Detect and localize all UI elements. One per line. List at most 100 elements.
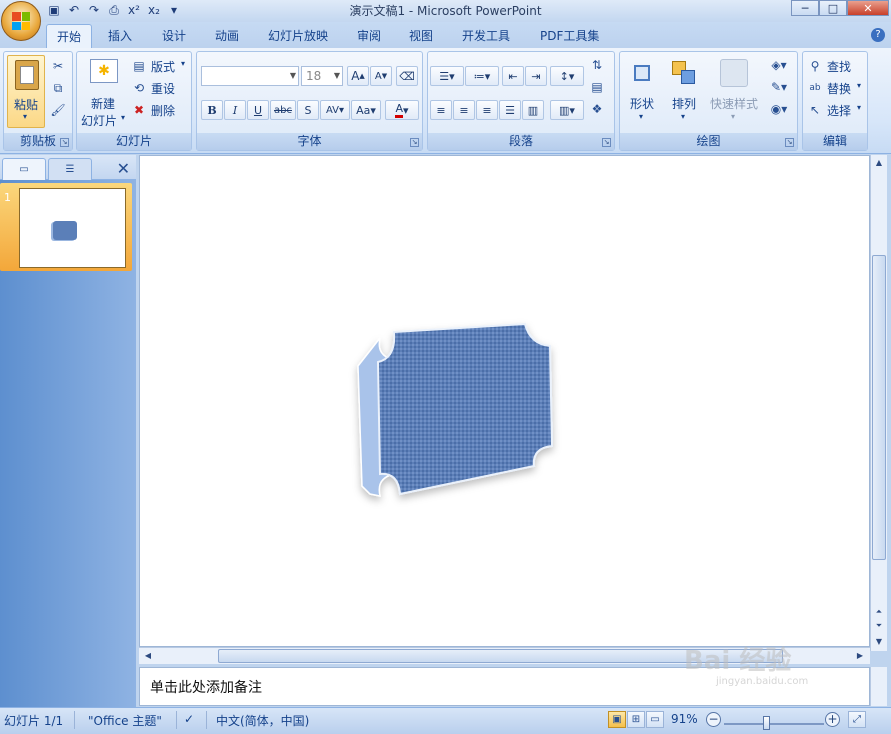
layout-dropdown-icon: ▾ [181,59,186,68]
tab-insert[interactable]: 插入 [98,24,142,48]
bold-button[interactable]: B [201,100,223,120]
zoom-slider-thumb[interactable] [763,716,770,730]
zoom-in-button[interactable]: + [825,712,840,727]
tab-pdf-tools[interactable]: PDF工具集 [530,24,609,48]
normal-view-button[interactable]: ▣ [608,711,626,728]
status-language[interactable]: 中文(简体，中国) [216,712,309,729]
beveled-plaque-shape[interactable] [357,322,554,497]
distribute-button[interactable]: ▥ [522,100,544,120]
change-case-label: Aa [356,103,371,117]
spell-check-icon[interactable]: ✓ [184,712,194,726]
paste-button[interactable]: 粘贴 ▾ [7,55,45,128]
tab-slideshow[interactable]: 幻灯片放映 [258,24,338,48]
font-color-button[interactable]: A ▾ [385,100,419,120]
arrange-button[interactable]: 排列 ▾ [664,55,704,128]
drawing-launcher-icon[interactable]: ↘ [785,138,794,147]
font-name-combo[interactable]: ▼ [201,66,299,86]
status-bar: 幻灯片 1/1 "Office 主题" ✓ 中文(简体，中国) ▣ ⊞ ▭ 91… [0,707,891,734]
tab-review[interactable]: 审阅 [347,24,391,48]
watermark-url: jingyan.baidu.com [716,676,809,687]
shape-outline-icon[interactable]: ✎▾ [764,78,794,96]
columns-button[interactable]: ▥▾ [550,100,584,120]
find-button[interactable]: ⚲ 查找 [807,57,867,75]
previous-slide-icon[interactable]: ⏶ [872,605,886,619]
close-panel-icon[interactable]: ✕ [117,159,130,178]
scroll-right-icon[interactable]: ▶ [853,649,867,663]
italic-button[interactable]: I [224,100,246,120]
text-direction-icon[interactable]: ⇅ [586,56,608,74]
zoom-level[interactable]: 91% [671,712,698,726]
align-left-button[interactable]: ≡ [430,100,452,120]
font-size-combo[interactable]: 18 ▼ [301,66,343,86]
notes-scrollbar[interactable] [870,667,887,706]
line-spacing-button[interactable]: ↕▾ [550,66,584,86]
shapes-dropdown-icon: ▾ [639,112,644,121]
shape-effects-icon[interactable]: ◉▾ [764,100,794,118]
slide-thumbnail[interactable] [19,188,126,268]
format-painter-icon[interactable]: 🖌 [50,102,66,118]
paragraph-launcher-icon[interactable]: ↘ [602,138,611,147]
next-slide-icon[interactable]: ⏷ [872,619,886,633]
tab-animations[interactable]: 动画 [205,24,249,48]
slide-canvas[interactable] [139,155,870,647]
font-size-dropdown-icon: ▼ [333,71,340,80]
scroll-up-icon[interactable]: ▲ [872,156,886,170]
slide-number: 1 [4,191,11,204]
new-slide-button[interactable]: ✱ 新建 幻灯片 ▾ [79,55,127,128]
text-shadow-button[interactable]: S [297,100,319,120]
align-text-icon[interactable]: ▤ [586,78,608,96]
align-right-button[interactable]: ≡ [476,100,498,120]
minimize-button[interactable]: ─ [791,0,819,16]
strikethrough-button[interactable]: abc [270,100,296,120]
replace-button[interactable]: ab 替换 ▾ [807,79,867,97]
justify-button[interactable]: ☰ [499,100,521,120]
drawing-group-label: 绘图 [620,133,797,150]
underline-button[interactable]: U [247,100,269,120]
reset-button[interactable]: ⟲ 重设 [131,79,191,97]
delete-button[interactable]: ✖ 删除 [131,101,191,119]
tab-home[interactable]: 开始 [46,24,93,48]
cut-icon[interactable]: ✂ [50,58,66,74]
maximize-button[interactable]: □ [819,0,847,16]
slides-tab-icon: ▭ [19,164,29,175]
quick-styles-button[interactable]: 快速样式 ▾ [706,55,762,128]
italic-label: I [232,103,238,117]
scroll-left-icon[interactable]: ◀ [141,649,155,663]
help-icon[interactable]: ? [871,28,885,42]
copy-icon[interactable]: ⧉ [50,80,66,96]
slide-sorter-view-button[interactable]: ⊞ [627,711,645,728]
grow-font-button[interactable]: A ▲ [347,66,369,86]
tab-slides-thumbnails[interactable]: ▭ [2,158,46,180]
zoom-out-button[interactable]: − [706,712,721,727]
decrease-indent-button[interactable]: ⇤ [502,66,524,86]
shape-fill-icon[interactable]: ◈▾ [764,56,794,74]
smartart-icon[interactable]: ❖ [586,100,608,118]
increase-indent-button[interactable]: ⇥ [525,66,547,86]
close-button[interactable]: ✕ [847,0,889,16]
zoom-slider-track[interactable] [724,723,824,725]
group-slides: ✱ 新建 幻灯片 ▾ ▤ 版式 ▾ ⟲ 重设 ✖ 删除 幻灯片 [76,51,192,151]
shrink-font-button[interactable]: A ▼ [370,66,392,86]
tab-design[interactable]: 设计 [152,24,196,48]
tab-view[interactable]: 视图 [399,24,443,48]
char-spacing-button[interactable]: AV ▾ [320,100,350,120]
scroll-down-icon[interactable]: ▼ [872,635,886,649]
tab-developer[interactable]: 开发工具 [452,24,520,48]
align-center-button[interactable]: ≡ [453,100,475,120]
font-launcher-icon[interactable]: ↘ [410,138,419,147]
slideshow-view-button[interactable]: ▭ [646,711,664,728]
shapes-button[interactable]: 形状 ▾ [622,55,662,128]
select-button[interactable]: ↖ 选择 ▾ [807,101,867,119]
change-case-button[interactable]: Aa ▾ [351,100,381,120]
layout-label: 版式 [151,60,176,74]
vertical-scrollbar[interactable]: ▲ ⏶ ⏷ ▼ [870,155,887,651]
numbering-button[interactable]: ≔▾ [465,66,499,86]
layout-button[interactable]: ▤ 版式 ▾ [131,57,191,75]
fit-to-window-button[interactable]: ⤢ [848,711,866,728]
vertical-scroll-thumb[interactable] [872,255,886,560]
clear-formatting-button[interactable]: ⌫ [396,66,418,86]
office-button[interactable] [1,1,41,41]
tab-outline[interactable]: ☰ [48,158,92,180]
clipboard-launcher-icon[interactable]: ↘ [60,138,69,147]
bullets-button[interactable]: ☰▾ [430,66,464,86]
